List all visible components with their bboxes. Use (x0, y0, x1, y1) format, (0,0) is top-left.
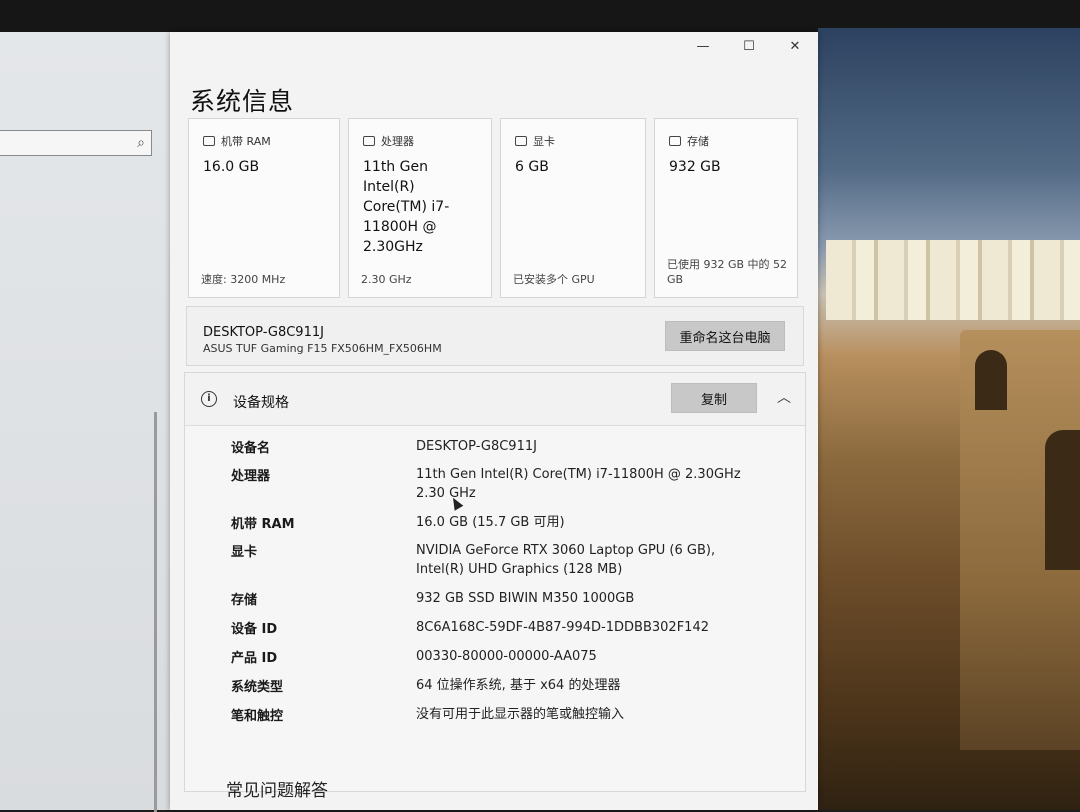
display-icon (515, 136, 527, 146)
spec-key: 系统类型 (231, 680, 284, 695)
card-value: 11th Gen Intel(R) Core(TM) i7-11800H @ 2… (363, 159, 450, 255)
spec-key: 处理器 (231, 469, 271, 484)
background-scrollbar[interactable] (154, 412, 157, 812)
storage-icon (669, 136, 681, 146)
wallpaper-arch (975, 350, 1007, 410)
faq-heading[interactable]: 常见问题解答 (226, 776, 328, 801)
chevron-up-icon[interactable]: ︿ (777, 387, 791, 407)
card-label: 显卡 (533, 135, 555, 148)
spec-key: 机带 RAM (231, 517, 295, 532)
background-search-box[interactable]: ⌕ (0, 130, 152, 156)
spec-value: 64 位操作系统, 基于 x64 的处理器 (416, 678, 621, 693)
system-info-window: — ☐ ✕ 系统信息 机带 RAM 16.0 GB 速度: 3200 MHz 处… (170, 32, 818, 810)
card-storage: 存储 932 GB 已使用 932 GB 中的 52 GB (654, 118, 798, 298)
device-name-bar: DESKTOP-G8C911J ASUS TUF Gaming F15 FX50… (186, 306, 804, 366)
spec-value: 16.0 GB (15.7 GB 可用) (416, 515, 565, 530)
spec-key: 设备名 (231, 441, 271, 456)
spec-key: 设备 ID (231, 622, 278, 637)
background-settings-window: ⌕ (0, 32, 172, 812)
wallpaper-houses (826, 240, 1080, 320)
card-processor: 处理器 11th Gen Intel(R) Core(TM) i7-11800H… (348, 118, 492, 298)
spec-value: NVIDIA GeForce RTX 3060 Laptop GPU (6 GB… (416, 543, 716, 577)
spec-value: DESKTOP-G8C911J (416, 439, 537, 454)
wallpaper-arch (1045, 430, 1080, 570)
spec-value: 8C6A168C-59DF-4B87-994D-1DDBB302F142 (416, 620, 709, 635)
card-footer: 已安装多个 GPU (513, 273, 595, 286)
processor-icon (363, 136, 375, 146)
specs-header[interactable]: i 设备规格 复制 ︿ (185, 373, 805, 426)
summary-cards: 机带 RAM 16.0 GB 速度: 3200 MHz 处理器 11th Gen… (188, 118, 798, 298)
rename-pc-button[interactable]: 重命名这台电脑 (665, 321, 785, 351)
device-specifications-panel: i 设备规格 复制 ︿ 设备名 DESKTOP-G8C911J 处理器 11th… (184, 372, 806, 792)
spec-key: 产品 ID (231, 651, 278, 666)
card-footer: 已使用 932 GB 中的 52 GB (667, 258, 788, 286)
device-model: ASUS TUF Gaming F15 FX506HM_FX506HM (203, 342, 442, 355)
spec-key: 笔和触控 (231, 709, 284, 724)
specs-title: 设备规格 (233, 395, 289, 411)
maximize-button[interactable]: ☐ (726, 32, 772, 60)
card-value: 16.0 GB (203, 159, 260, 175)
info-icon: i (201, 391, 217, 407)
card-label: 机带 RAM (221, 135, 271, 148)
spec-value: 没有可用于此显示器的笔或触控输入 (416, 707, 625, 722)
card-label: 存储 (687, 135, 709, 148)
card-gpu: 显卡 6 GB 已安装多个 GPU (500, 118, 646, 298)
device-name: DESKTOP-G8C911J (203, 325, 324, 340)
card-label: 处理器 (381, 135, 414, 148)
close-button[interactable]: ✕ (772, 32, 818, 60)
card-value: 932 GB (669, 159, 721, 175)
copy-button[interactable]: 复制 (671, 383, 757, 413)
title-bar-controls: — ☐ ✕ (680, 32, 818, 60)
memory-icon (203, 136, 215, 146)
spec-key: 存储 (231, 593, 258, 608)
page-title: 系统信息 (190, 87, 295, 116)
card-ram: 机带 RAM 16.0 GB 速度: 3200 MHz (188, 118, 340, 298)
spec-value: 11th Gen Intel(R) Core(TM) i7-11800H @ 2… (416, 467, 741, 501)
spec-value: 00330-80000-00000-AA075 (416, 649, 597, 664)
spec-value: 932 GB SSD BIWIN M350 1000GB (416, 591, 635, 606)
card-footer: 速度: 3200 MHz (201, 273, 286, 286)
card-footer: 2.30 GHz (361, 273, 412, 286)
card-value: 6 GB (515, 159, 549, 175)
spec-key: 显卡 (231, 545, 258, 560)
search-icon: ⌕ (137, 135, 145, 151)
minimize-button[interactable]: — (680, 32, 726, 60)
